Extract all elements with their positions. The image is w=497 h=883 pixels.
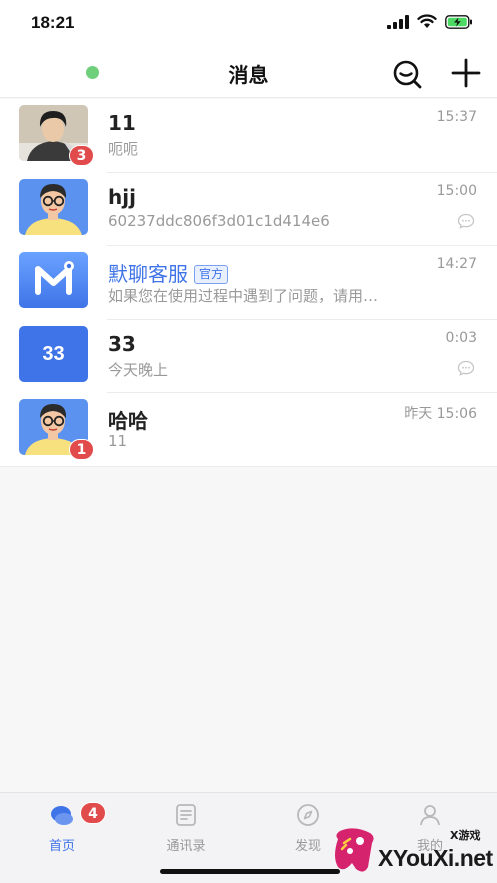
avatar bbox=[19, 252, 88, 308]
tab-badge: 4 bbox=[80, 802, 106, 824]
conversation-preview: 今天晚上 bbox=[108, 360, 169, 379]
conversation-name: 默聊客服 官方 bbox=[108, 258, 229, 287]
watermark: X游戏 XYouXi.net bbox=[330, 815, 497, 883]
conversation-time: 昨天 15:06 bbox=[404, 406, 477, 422]
conversation-preview: 11 bbox=[108, 432, 128, 450]
mute-icon bbox=[457, 360, 475, 376]
conversation-name: 哈哈 bbox=[108, 409, 148, 433]
tab-contacts[interactable]: 通讯录 bbox=[136, 793, 236, 863]
conversation-preview: 如果您在使用过程中遇到了问题，请用… bbox=[108, 287, 379, 305]
conversation-time: 0:03 bbox=[445, 329, 477, 346]
mute-icon bbox=[457, 213, 475, 229]
avatar: 33 bbox=[19, 325, 88, 382]
compass-icon bbox=[297, 804, 319, 826]
conversation-preview: 60237ddc806f3d01c1d414e6 bbox=[108, 211, 330, 230]
unread-badge: 1 bbox=[69, 439, 94, 460]
add-icon[interactable] bbox=[450, 57, 482, 89]
avatar: 3 bbox=[19, 105, 94, 166]
avatar bbox=[19, 178, 88, 235]
status-time: 18:21 bbox=[31, 13, 75, 32]
conversation-preview: 呃呃 bbox=[108, 140, 139, 158]
signal-icon bbox=[387, 14, 409, 29]
tab-label: 首页 bbox=[48, 839, 75, 854]
conversation-name-text: 默聊客服 bbox=[108, 262, 188, 286]
tab-label: 通讯录 bbox=[166, 839, 206, 854]
tab-home[interactable]: 4 首页 bbox=[12, 793, 112, 863]
conversation-list: 3 11 呃呃 15:37 hjj 60237ddc806f3d01c1d414… bbox=[0, 99, 497, 467]
conversation-time: 14:27 bbox=[436, 256, 477, 272]
conversation-name: 33 bbox=[108, 331, 136, 356]
conversation-time: 15:00 bbox=[436, 182, 477, 199]
conversation-time: 15:37 bbox=[436, 109, 477, 125]
nav-bar: 消息 bbox=[0, 46, 497, 98]
battery-charging-icon bbox=[445, 14, 472, 29]
conversation-name: 11 bbox=[108, 111, 136, 135]
unread-badge: 3 bbox=[69, 145, 94, 166]
conversation-item[interactable]: 33 33 今天晚上 0:03 bbox=[0, 320, 497, 393]
contacts-icon bbox=[176, 804, 196, 826]
conversation-item[interactable]: hjj 60237ddc806f3d01c1d414e6 15:00 bbox=[0, 173, 497, 246]
conversation-name: hjj bbox=[108, 184, 136, 209]
wifi-icon bbox=[417, 14, 437, 28]
status-bar: 18:21 bbox=[0, 0, 497, 46]
avatar-text: 33 bbox=[19, 325, 88, 382]
conversation-item[interactable]: 1 哈哈 11 昨天 15:06 bbox=[0, 393, 497, 467]
watermark-small-text: X游戏 bbox=[450, 829, 481, 842]
search-icon[interactable] bbox=[391, 58, 423, 90]
status-icons bbox=[387, 14, 473, 29]
chat-bubbles-icon bbox=[51, 806, 73, 825]
watermark-text: XYouXi.net bbox=[378, 845, 493, 871]
avatar: 1 bbox=[19, 399, 94, 460]
conversation-item[interactable]: 默聊客服 官方 如果您在使用过程中遇到了问题，请用… 14:27 bbox=[0, 246, 497, 320]
divider bbox=[0, 465, 497, 467]
official-tag: 官方 bbox=[194, 265, 229, 284]
conversation-item[interactable]: 3 11 呃呃 15:37 bbox=[0, 99, 497, 173]
home-indicator bbox=[160, 869, 340, 874]
